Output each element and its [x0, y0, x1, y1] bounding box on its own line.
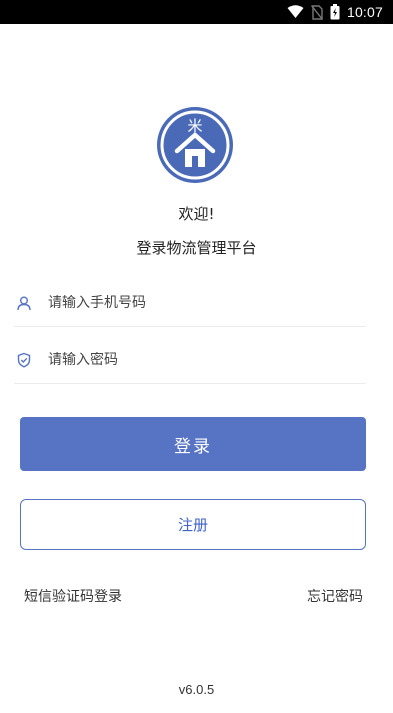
status-bar: 10:07 — [0, 0, 393, 24]
sms-login-link[interactable]: 短信验证码登录 — [24, 586, 122, 606]
battery-icon — [330, 4, 340, 20]
wifi-icon — [287, 4, 304, 20]
app-logo-icon: 米 — [156, 106, 234, 184]
password-field[interactable] — [14, 336, 366, 384]
logo-glyph: 米 — [187, 117, 202, 135]
version-label: v6.0.5 — [178, 682, 215, 697]
welcome-text: 欢迎! — [178, 205, 215, 223]
forgot-password-link[interactable]: 忘记密码 — [307, 586, 363, 606]
status-time: 10:07 — [346, 4, 383, 20]
password-input[interactable] — [48, 351, 348, 368]
shield-icon — [14, 350, 34, 370]
no-sim-icon — [310, 4, 323, 20]
login-button[interactable]: 登录 — [20, 417, 366, 471]
page-subtitle: 登录物流管理平台 — [136, 239, 257, 257]
user-icon — [14, 293, 34, 313]
register-button[interactable]: 注册 — [20, 499, 366, 550]
phone-field[interactable] — [14, 279, 366, 327]
phone-input[interactable] — [48, 294, 348, 311]
